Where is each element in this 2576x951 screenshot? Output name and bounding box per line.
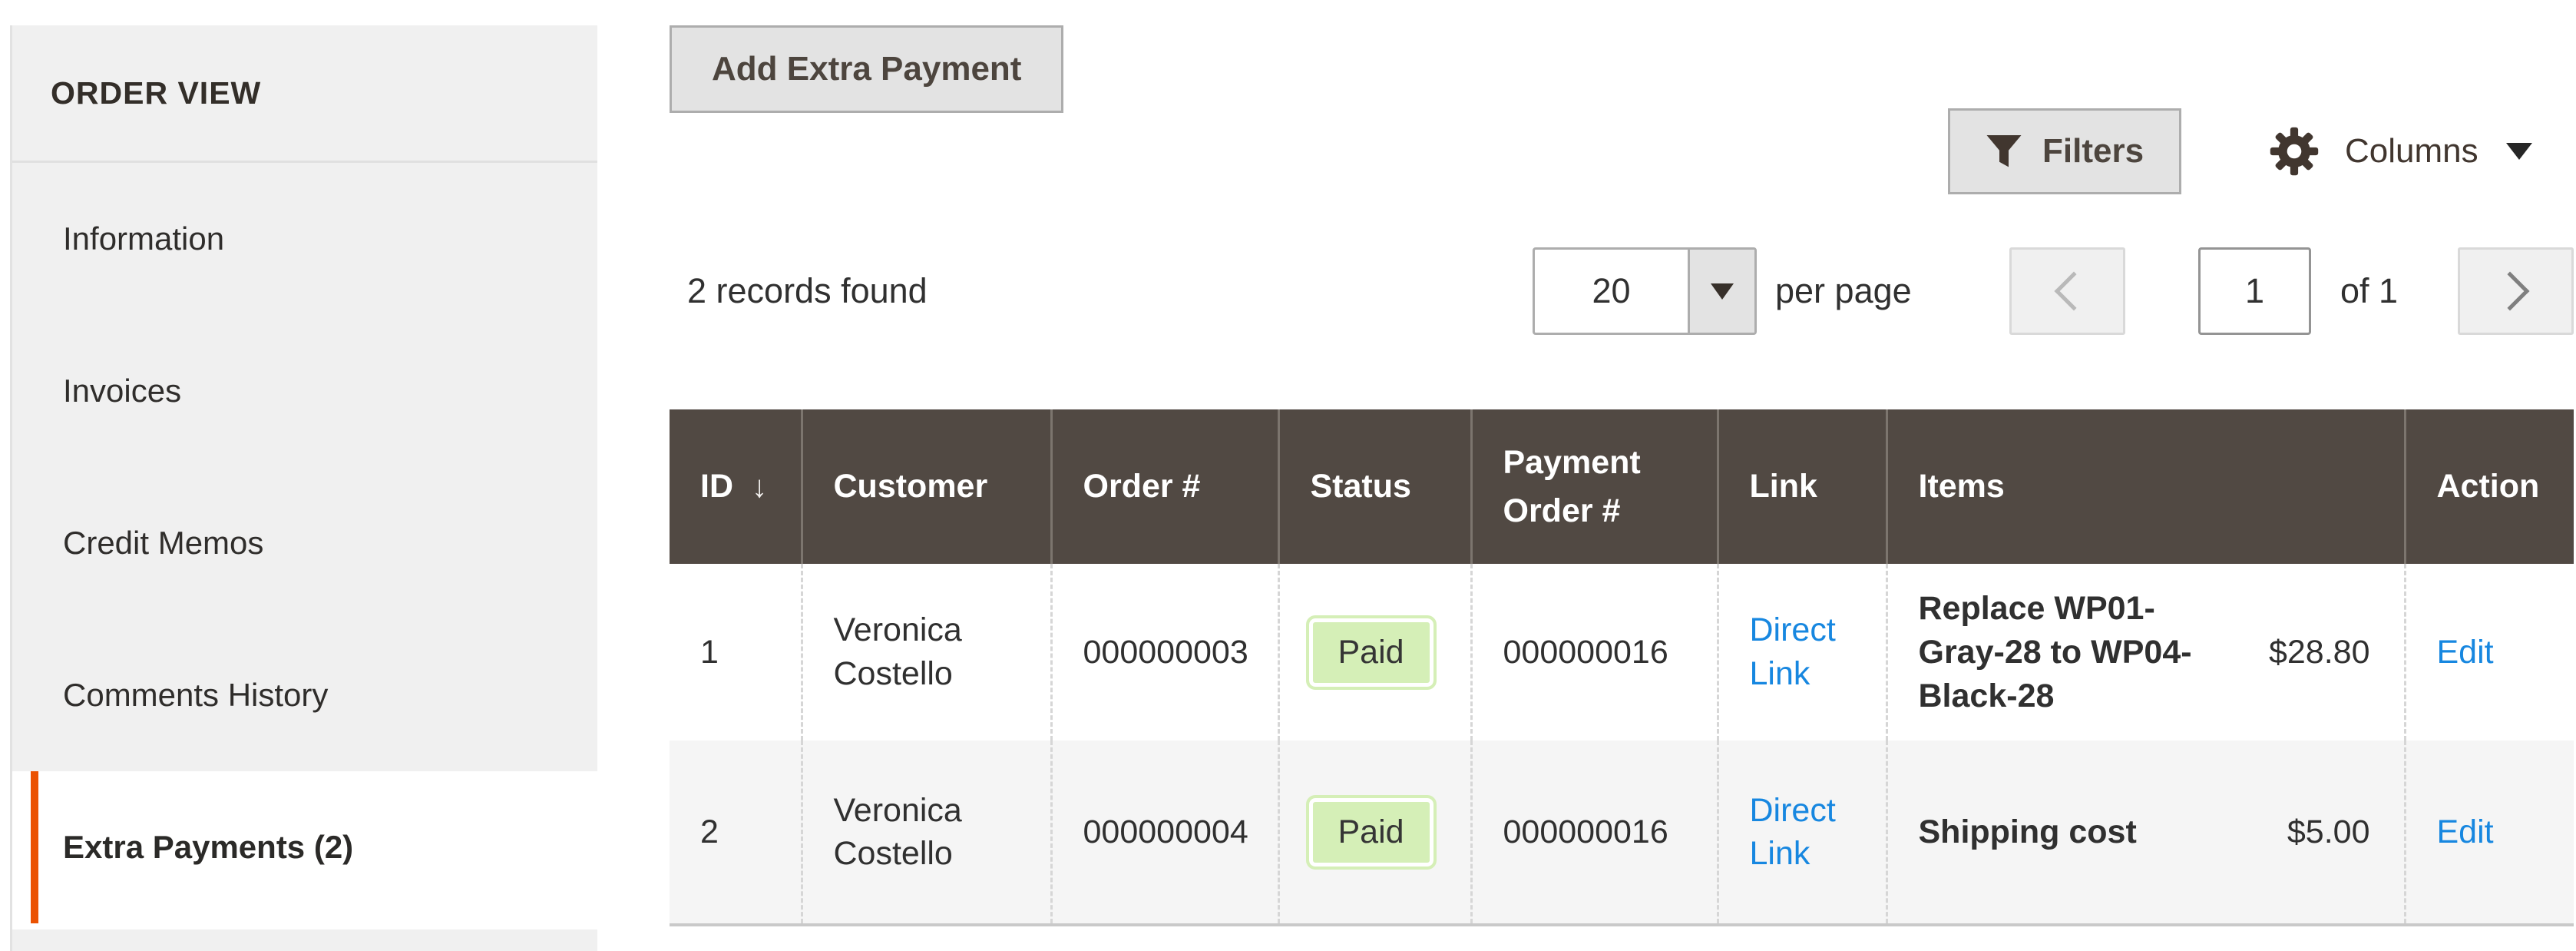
column-header-customer[interactable]: Customer: [802, 409, 1051, 564]
column-header-order[interactable]: Order #: [1051, 409, 1278, 564]
sidebar-item-label: Credit Memos: [63, 525, 263, 562]
filters-button[interactable]: Filters: [1948, 108, 2181, 194]
sidebar-item-comments-history[interactable]: Comments History: [12, 619, 597, 771]
sidebar-item-label: Invoices: [63, 373, 181, 409]
filter-funnel-icon: [1986, 132, 2022, 171]
order-view-sidebar: ORDER VIEW Information Invoices Credit M…: [10, 25, 597, 951]
status-badge: Paid: [1306, 795, 1437, 870]
sidebar-item-label: Information: [63, 220, 224, 257]
column-header-label: ID: [700, 468, 733, 505]
column-header-action[interactable]: Action: [2405, 409, 2574, 564]
order-view-page: ORDER VIEW Information Invoices Credit M…: [0, 0, 2576, 951]
cell-items: Replace WP01-Gray-28 to WP04-Black-28 $2…: [1887, 564, 2405, 741]
column-header-id[interactable]: ID ↓: [670, 409, 802, 564]
column-header-status[interactable]: Status: [1278, 409, 1471, 564]
sidebar-item-label: Extra Payments (2): [63, 829, 353, 866]
item-price: $5.00: [2287, 810, 2370, 854]
cell-customer: Veronica Costello: [802, 564, 1051, 741]
records-found-text: 2 records found: [687, 247, 928, 335]
sidebar-item-credit-memos[interactable]: Credit Memos: [12, 467, 597, 619]
cell-id: 1: [670, 564, 802, 741]
direct-link[interactable]: Direct Link: [1750, 792, 1836, 873]
columns-label: Columns: [2345, 132, 2478, 171]
table-row: 1 Veronica Costello 000000003 Paid 00000…: [670, 564, 2574, 741]
chevron-right-icon: [2490, 272, 2529, 311]
per-page-value: 20: [1535, 250, 1688, 333]
per-page-label: per page: [1775, 247, 1912, 335]
cell-items: Shipping cost $5.00: [1887, 741, 2405, 925]
cell-order-number: 000000004: [1051, 741, 1278, 925]
item-price: $28.80: [2269, 631, 2370, 674]
current-page-input[interactable]: [2198, 247, 2311, 335]
edit-link[interactable]: Edit: [2437, 813, 2494, 850]
select-arrow-icon: [1711, 283, 1734, 300]
filters-label: Filters: [2042, 132, 2144, 171]
item-name: Shipping cost: [1919, 810, 2137, 854]
grid-header-row: ID ↓ Customer Order # Status Payment Orde…: [670, 409, 2574, 564]
per-page-arrow: [1688, 250, 1754, 333]
cell-action: Edit: [2405, 564, 2574, 741]
add-extra-payment-label: Add Extra Payment: [712, 50, 1021, 88]
sidebar-item-partial: [12, 929, 597, 951]
previous-page-button[interactable]: [2009, 247, 2125, 335]
next-page-button[interactable]: [2458, 247, 2574, 335]
column-header-link[interactable]: Link: [1718, 409, 1887, 564]
cell-customer: Veronica Costello: [802, 741, 1051, 925]
cell-link: Direct Link: [1718, 741, 1887, 925]
chevron-left-icon: [2054, 272, 2093, 311]
sidebar-item-label: Comments History: [63, 677, 328, 714]
cell-payment-order-number: 000000016: [1471, 741, 1718, 925]
sidebar-item-extra-payments[interactable]: Extra Payments (2): [12, 771, 597, 923]
cell-status: Paid: [1278, 564, 1471, 741]
total-pages-label: of 1: [2340, 247, 2398, 335]
sidebar-item-invoices[interactable]: Invoices: [12, 315, 597, 467]
cell-action: Edit: [2405, 741, 2574, 925]
extra-payments-grid: ID ↓ Customer Order # Status Payment Orde…: [670, 409, 2574, 926]
gear-icon: [2267, 124, 2322, 179]
cell-status: Paid: [1278, 741, 1471, 925]
columns-dropdown[interactable]: Columns: [2267, 108, 2532, 194]
sidebar-item-information[interactable]: Information: [12, 163, 597, 315]
cell-id: 2: [670, 741, 802, 925]
per-page-select[interactable]: 20: [1533, 247, 1757, 335]
cell-order-number: 000000003: [1051, 564, 1278, 741]
status-badge: Paid: [1306, 615, 1437, 690]
item-name: Replace WP01-Gray-28 to WP04-Black-28: [1919, 587, 2226, 717]
cell-payment-order-number: 000000016: [1471, 564, 1718, 741]
add-extra-payment-button[interactable]: Add Extra Payment: [670, 25, 1063, 113]
column-header-items[interactable]: Items: [1887, 409, 2405, 564]
chevron-down-icon: [2506, 143, 2532, 160]
sidebar-title: ORDER VIEW: [12, 25, 597, 163]
direct-link[interactable]: Direct Link: [1750, 611, 1836, 692]
sort-descending-icon: ↓: [752, 470, 767, 504]
column-header-payment-order[interactable]: Payment Order #: [1471, 409, 1718, 564]
cell-link: Direct Link: [1718, 564, 1887, 741]
table-row: 2 Veronica Costello 000000004 Paid 00000…: [670, 741, 2574, 925]
edit-link[interactable]: Edit: [2437, 634, 2494, 671]
